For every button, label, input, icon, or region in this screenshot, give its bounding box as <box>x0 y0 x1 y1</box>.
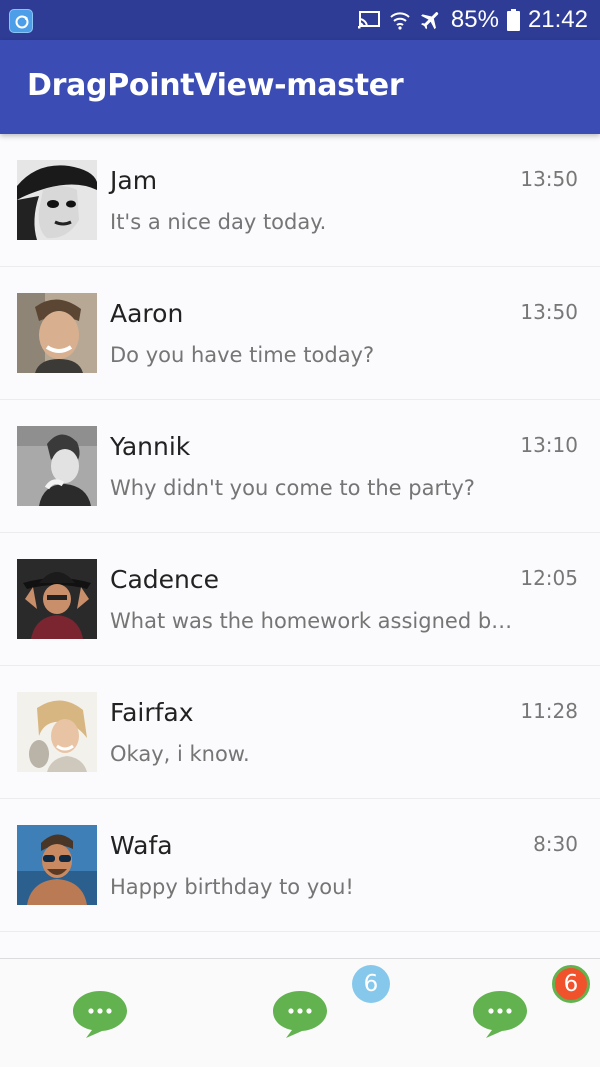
message-time: 11:28 <box>520 699 578 723</box>
cast-icon <box>357 9 381 31</box>
contact-name: Jam <box>110 166 158 195</box>
message-time: 13:50 <box>520 300 578 324</box>
message-time: 8:30 <box>533 832 578 856</box>
bottom-tab-bar: 6 6 <box>0 958 600 1067</box>
message-time: 13:50 <box>520 167 578 191</box>
message-time: 12:05 <box>520 566 578 590</box>
contact-name: Fairfax <box>110 698 194 727</box>
tab-messages-1[interactable] <box>0 959 200 1067</box>
message-preview: Do you have time today? <box>110 343 375 367</box>
conversation-item[interactable]: Cadence 12:05 What was the homework assi… <box>0 533 600 666</box>
tab-messages-2[interactable]: 6 <box>200 959 400 1067</box>
unread-badge[interactable]: 6 <box>352 965 390 1003</box>
app-notification-icon <box>9 9 33 33</box>
avatar <box>17 825 97 905</box>
app-title: DragPointView-master <box>27 68 404 103</box>
avatar <box>17 692 97 772</box>
contact-name: Yannik <box>110 432 191 461</box>
message-preview: What was the homework assigned by the te… <box>110 609 515 633</box>
battery-icon <box>506 9 520 31</box>
app-toolbar: DragPointView-master <box>0 40 600 134</box>
chat-bubble-icon <box>72 989 128 1043</box>
avatar <box>17 559 97 639</box>
contact-name: Cadence <box>110 565 219 594</box>
conversation-item[interactable]: Fairfax 11:28 Okay, i know. <box>0 666 600 799</box>
conversation-item[interactable]: Wafa 8:30 Happy birthday to you! <box>0 799 600 932</box>
avatar <box>17 160 97 240</box>
conversation-item[interactable]: Jam 13:50 It's a nice day today. <box>0 134 600 267</box>
message-preview: Happy birthday to you! <box>110 875 354 899</box>
contact-name: Aaron <box>110 299 184 328</box>
chat-bubble-icon <box>472 989 528 1043</box>
avatar <box>17 293 97 373</box>
airplane-mode-icon <box>419 8 443 32</box>
tab-messages-3[interactable]: 6 <box>400 959 600 1067</box>
message-preview: Why didn't you come to the party? <box>110 476 475 500</box>
contact-name: Wafa <box>110 831 173 860</box>
unread-badge[interactable]: 6 <box>552 965 590 1003</box>
clock: 21:42 <box>527 6 588 33</box>
conversation-item[interactable]: Aaron 13:50 Do you have time today? <box>0 267 600 400</box>
status-bar: 85% 21:42 <box>0 0 600 40</box>
message-time: 13:10 <box>520 433 578 457</box>
message-preview: It's a nice day today. <box>110 210 327 234</box>
wifi-icon <box>389 9 411 31</box>
avatar <box>17 426 97 506</box>
conversation-list[interactable]: Jam 13:50 It's a nice day today. Aaron 1… <box>0 134 600 958</box>
chat-bubble-icon <box>272 989 328 1043</box>
message-preview: Okay, i know. <box>110 742 250 766</box>
conversation-item[interactable]: Yannik 13:10 Why didn't you come to the … <box>0 400 600 533</box>
battery-percent: 85% <box>450 6 499 33</box>
